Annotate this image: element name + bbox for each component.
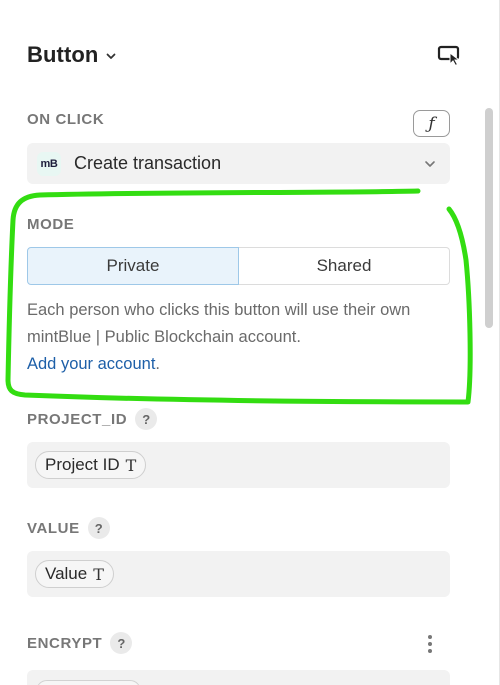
mintblue-logo: mB [37, 151, 61, 176]
value-token[interactable]: Value T [35, 560, 114, 588]
project-id-field[interactable]: Project ID T [27, 442, 450, 488]
mode-option-shared[interactable]: Shared [239, 247, 450, 285]
add-account-link-row: Add your account. [27, 351, 160, 378]
help-icon[interactable]: ? [135, 408, 158, 430]
component-title: Button [27, 42, 99, 67]
token-label: Project ID [45, 455, 120, 474]
encrypt-label: ENCRYPT ? [27, 632, 133, 654]
action-select-value: Create transaction [74, 153, 222, 173]
mode-segmented-control: Private Shared [27, 247, 450, 285]
add-account-link[interactable]: Add your account [27, 355, 155, 373]
action-select[interactable]: mB Create transaction [27, 143, 450, 184]
on-click-label: ON CLICK [27, 111, 105, 128]
value-label: VALUE ? [27, 517, 110, 539]
panel-header[interactable]: Button [27, 40, 118, 70]
function-toggle-button[interactable]: ƒ [413, 110, 450, 137]
mode-description: Each person who clicks this button will … [27, 301, 411, 346]
scrollbar-thumb[interactable] [485, 108, 493, 328]
project-id-token[interactable]: Project ID T [35, 451, 147, 479]
kebab-menu-icon[interactable] [420, 632, 440, 656]
project-id-label: PROJECT_ID ? [27, 408, 158, 430]
token-label: Value [45, 564, 88, 583]
text-type-icon: T [93, 564, 104, 584]
link-period: . [155, 355, 161, 373]
text-type-icon: T [125, 455, 137, 475]
encrypt-token[interactable] [36, 680, 141, 685]
chevron-down-icon [422, 156, 438, 172]
help-icon[interactable]: ? [87, 517, 110, 539]
chevron-down-icon[interactable] [104, 49, 118, 63]
element-select-icon[interactable] [435, 42, 465, 68]
value-field[interactable]: Value T [27, 551, 450, 597]
help-icon[interactable]: ? [110, 632, 133, 654]
properties-panel: Button ON CLICK ƒ mB Create transaction … [0, 0, 500, 685]
mode-option-private[interactable]: Private [27, 247, 239, 285]
encrypt-field[interactable] [27, 670, 450, 685]
mode-label: MODE [27, 216, 75, 233]
